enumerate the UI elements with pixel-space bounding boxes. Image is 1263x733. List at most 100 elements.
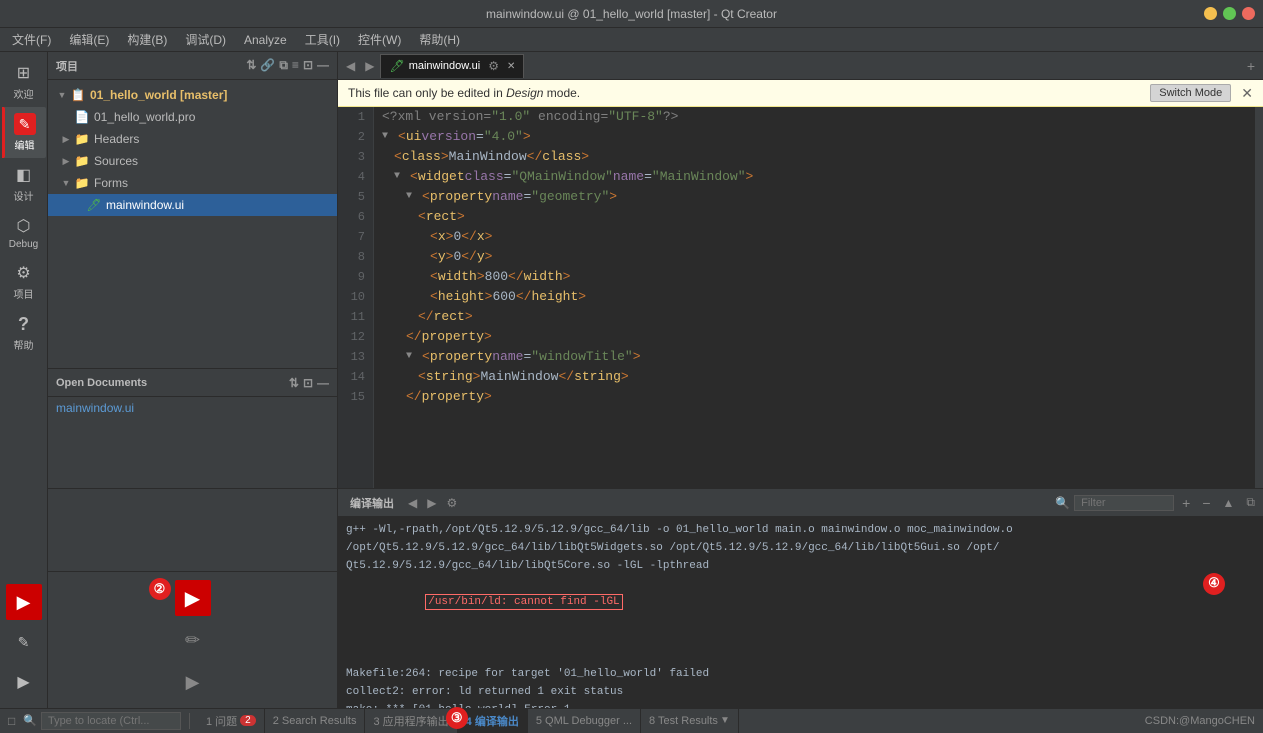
switch-mode-button[interactable]: Switch Mode [1150,84,1231,102]
tree-project-root[interactable]: ▼ 📋 01_hello_world [master] [48,84,337,106]
line-num-4: 4 [346,167,365,187]
filter-icon[interactable]: 🔍 [1055,496,1070,510]
menu-help[interactable]: 帮助(H) [411,29,468,50]
tree-forms[interactable]: ▼ 📁 Forms [48,172,337,194]
status-tabs: 1 问题 2 2 Search Results 3 应用程序输出 ③ 4 编译输… [198,709,1141,733]
link-icon[interactable]: 🔗 [260,58,275,73]
bottom-panel: ▶ ② ✏ ▶ 编译输出 ◀ ▶ ⚙ 🔍 [48,488,1263,708]
line-num-11: 11 [346,307,365,327]
editor-area: ◀ ▶ 🖊 mainwindow.ui ⚙ ✕ + This file can … [338,52,1263,488]
layout-icon[interactable]: ≡ [292,58,299,73]
editor-scrollbar[interactable] [1255,107,1263,488]
compile-output-label: 4 编译输出 [466,713,519,729]
output-area[interactable]: g++ -Wl,-rpath,/opt/Qt5.12.9/5.12.9/gcc_… [338,517,1263,708]
sidebar-item-project[interactable]: ⚙ 项目 [2,256,46,307]
design-warning-close[interactable]: ✕ [1241,85,1253,102]
open-docs-minimize[interactable]: — [317,376,329,390]
pencil-button-bottom[interactable]: ✏ [175,622,211,658]
project-root-label: 01_hello_world [master] [90,88,227,102]
tab-prev[interactable]: ◀ [342,57,359,75]
tab-close-btn[interactable]: ✕ [507,61,515,72]
status-tab-app-output[interactable]: 3 应用程序输出 [365,709,457,733]
sidebar-item-edit[interactable]: ✎ 编辑 [2,107,46,158]
code-line-2: ▼ <ui version="4.0"> [382,127,1247,147]
editor-tab-mainwindow[interactable]: 🖊 mainwindow.ui ⚙ ✕ [380,54,524,78]
status-tab-search[interactable]: 2 Search Results [265,709,366,733]
open-docs-sync[interactable]: ⇅ [289,376,299,390]
status-tab-qml[interactable]: 5 QML Debugger ... [528,709,641,733]
minimize-panel-icon[interactable]: — [317,58,329,73]
sidebar-item-debug[interactable]: ⬡ Debug [2,209,46,256]
maximize-button[interactable] [1223,7,1236,20]
line-num-10: 10 [346,287,365,307]
code-line-15: </property> [382,387,1247,407]
sync-icon[interactable]: ⇅ [246,58,256,73]
forms-label: Forms [94,176,128,190]
ui-file-label: mainwindow.ui [106,198,184,212]
sidebar-item-welcome[interactable]: ⊞ 欢迎 [2,56,46,107]
tree-mainwindow-ui[interactable]: 🖊 mainwindow.ui [48,194,337,216]
status-bar: □ 🔍 1 问题 2 2 Search Results 3 应用程序输出 ③ 4… [0,708,1263,732]
minimize-button[interactable] [1204,7,1217,20]
add-tab-btn[interactable]: + [1178,495,1194,511]
code-line-5: ▼ <property name="geometry"> [382,187,1247,207]
pencil-button[interactable]: ✎ [6,624,42,660]
line-num-5: 5 [346,187,365,207]
tab-settings[interactable]: ⚙ [484,57,503,75]
tab-next[interactable]: ▶ [361,57,378,75]
locate-input[interactable] [41,712,181,730]
menu-controls[interactable]: 控件(W) [350,29,409,50]
menu-analyze[interactable]: Analyze [236,31,295,49]
code-line-11: </rect> [382,307,1247,327]
sidebar-item-help[interactable]: ? 帮助 [2,307,46,358]
ui-arrow [72,199,84,211]
code-editor[interactable]: 1 2 3 4 5 6 7 8 9 10 11 12 13 14 [338,107,1263,488]
debug-icon: ⬡ [13,215,35,237]
pro-arrow [60,111,72,123]
menu-build[interactable]: 构建(B) [119,29,175,50]
remove-tab-btn[interactable]: − [1198,495,1214,511]
welcome-icon: ⊞ [13,62,35,84]
project-panel-title: 项目 [56,58,78,74]
settings-icon[interactable]: ⊡ [303,58,313,73]
line-num-6: 6 [346,207,365,227]
menu-tools[interactable]: 工具(I) [297,29,348,50]
search-bar: 🔍 [23,712,181,730]
tree-sources[interactable]: ▶ 📁 Sources [48,150,337,172]
open-doc-item-main[interactable]: mainwindow.ui [48,397,337,419]
float-output-btn[interactable]: ⧉ [1242,495,1259,510]
code-content[interactable]: <?xml version="1.0" encoding="UTF-8"?> ▼… [374,107,1255,488]
output-settings[interactable]: ⚙ [442,494,461,512]
collapse-icon[interactable]: ⧉ [279,58,288,73]
collapse-output-btn[interactable]: ▲ [1219,496,1239,510]
stop-button-bottom[interactable]: ▶ [175,664,211,700]
code-line-6: <rect> [382,207,1247,227]
output-prev[interactable]: ◀ [404,494,421,512]
status-tab-problems[interactable]: 1 问题 2 [198,709,265,733]
menu-edit[interactable]: 编辑(E) [61,29,117,50]
status-tab-compile-output[interactable]: ③ 4 编译输出 [458,709,528,733]
run-button-bottom[interactable]: ▶ [175,580,211,616]
open-docs-layout[interactable]: ⊡ [303,376,313,390]
sidebar-item-design[interactable]: ◧ 设计 [2,158,46,209]
tree-pro-file[interactable]: 📄 01_hello_world.pro [48,106,337,128]
output-panel: 编译输出 ◀ ▶ ⚙ 🔍 + − ▲ ⧉ g++ -Wl,-rpath [338,489,1263,708]
output-next[interactable]: ▶ [423,494,440,512]
run-button[interactable]: ▶ [6,584,42,620]
line-num-15: 15 [346,387,365,407]
menu-file[interactable]: 文件(F) [4,29,59,50]
pro-file-icon: 📄 [74,109,90,125]
top-content: 项目 ⇅ 🔗 ⧉ ≡ ⊡ — ▼ 📋 [48,52,1263,488]
status-brand: CSDN:@MangoCHEN [1145,715,1255,727]
menu-debug[interactable]: 调试(D) [177,29,234,50]
tab-add-btn[interactable]: + [1243,58,1259,74]
qml-label: 5 QML Debugger ... [536,715,632,727]
tree-headers[interactable]: ▶ 📁 Headers [48,128,337,150]
filter-input[interactable] [1074,495,1174,511]
close-button[interactable] [1242,7,1255,20]
pro-file-label: 01_hello_world.pro [94,110,195,124]
open-docs-title: Open Documents [56,377,147,389]
code-line-3: <class>MainWindow</class> [382,147,1247,167]
status-tab-test[interactable]: 8 Test Results ▼ [641,709,739,733]
stop-button[interactable]: ▶ [6,664,42,700]
